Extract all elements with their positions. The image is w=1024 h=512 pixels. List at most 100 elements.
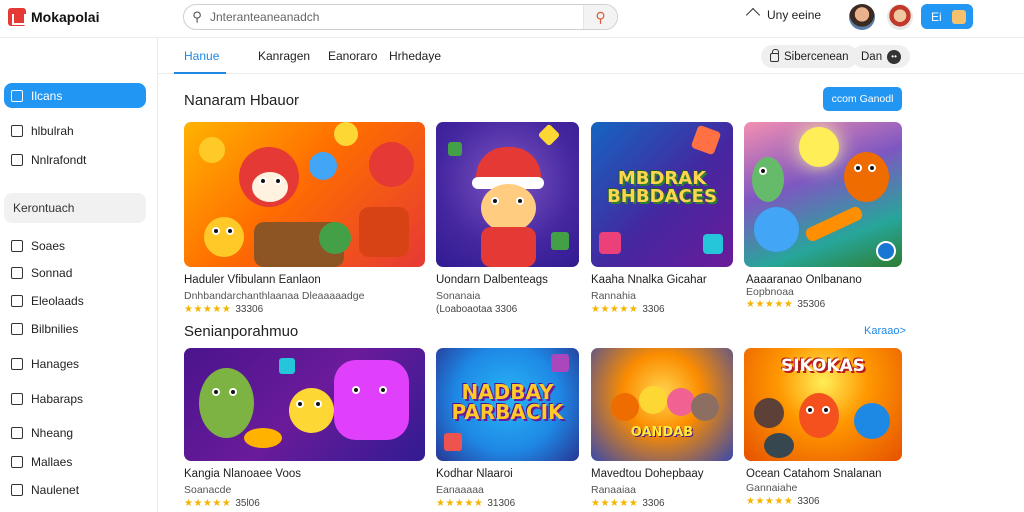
game-rating: ★★★★★ 3306	[591, 304, 665, 315]
game-card[interactable]: NADBAY PARBACIK	[436, 348, 579, 461]
tab-featured[interactable]: Eanoraro	[328, 49, 377, 63]
tag-icon	[11, 426, 23, 439]
see-more-link[interactable]: Karaao>	[864, 325, 906, 337]
game-thumbnail[interactable]	[184, 122, 425, 267]
sidebar-item-label: Nheang	[31, 425, 74, 440]
game-rating: ★★★★★ 3306	[746, 496, 820, 507]
game-art-title: MBDRAK BHBDACES	[607, 168, 717, 207]
rating-text: 31306	[487, 498, 516, 509]
sidebar-item-library[interactable]: hlbulrah	[4, 118, 146, 143]
game-title[interactable]: Aaaaranao Onlbanano	[746, 274, 862, 286]
game-thumbnail[interactable]: NADBAY PARBACIK	[436, 348, 579, 461]
avatar-secondary[interactable]	[887, 4, 913, 30]
app-logo[interactable]: Mokapolai	[8, 8, 99, 26]
tab-home[interactable]: Hanue	[184, 49, 219, 63]
game-subtitle: Dnhbandarchanthlaanaa Dleaaaaadge	[184, 290, 365, 302]
sidebar-item-label: Sonnad	[31, 265, 73, 280]
tab-new[interactable]: Hrhedaye	[389, 49, 441, 63]
box-icon	[11, 483, 23, 496]
game-card[interactable]	[744, 122, 902, 267]
sidebar-item-category[interactable]: Soaes	[4, 233, 146, 258]
list-icon	[11, 239, 23, 252]
game-card[interactable]	[184, 122, 425, 267]
star-rating-icon: ★★★★★	[746, 496, 794, 507]
game-thumbnail[interactable]: OANDAB	[591, 348, 733, 461]
star-rating-icon: ★★★★★	[436, 498, 484, 509]
upload-icon	[745, 7, 761, 23]
sidebar-item-category[interactable]: Mallaes	[4, 449, 146, 474]
game-subtitle: Ranaaiaa	[591, 484, 636, 496]
more-chip-label: Dan	[861, 50, 883, 63]
game-thumbnail[interactable]: SIKOKAS	[744, 348, 902, 461]
rating-text: 3306	[642, 304, 665, 315]
game-rating: ★★★★★ 35l06	[184, 498, 260, 509]
top-bar: Mokapolai ⚲ Jnteranteaneanadch ⚲ Uny eei…	[0, 0, 1024, 38]
game-thumbnail[interactable]: MBDRAK BHBDACES	[591, 122, 733, 267]
square-icon	[11, 322, 23, 335]
avatar[interactable]	[849, 4, 875, 30]
sidebar-item-category[interactable]: Naulenet	[4, 477, 146, 502]
sidebar-item-category[interactable]: Sonnad	[4, 260, 146, 285]
game-title[interactable]: Uondarn Dalbenteags	[436, 274, 548, 286]
sidebar-item-label: Ilcans	[31, 88, 63, 103]
game-title[interactable]: Ocean Catahom Snalanan	[746, 468, 882, 480]
sidebar-item-category[interactable]: Eleolaads	[4, 288, 146, 313]
sidebar-item-label: Naulenet	[31, 482, 80, 497]
sidebar-item-wishlist[interactable]: Nnlrafondt	[4, 147, 146, 172]
home-icon	[11, 89, 23, 102]
search-input[interactable]: Jnteranteaneanadch	[210, 10, 583, 24]
rating-text: 3306	[797, 496, 820, 507]
sidebar: Ilcans hlbulrah Nnlrafondt Kerontuach So…	[0, 38, 158, 512]
game-card[interactable]: OANDAB	[591, 348, 733, 461]
account-label: Ei	[931, 9, 942, 24]
sidebar-item-category[interactable]: Habaraps	[4, 386, 146, 411]
star-rating-icon: ★★★★★	[184, 304, 232, 315]
game-art-title: OANDAB	[630, 425, 694, 440]
game-thumbnail[interactable]	[184, 348, 425, 461]
game-title[interactable]: Kodhar Nlaaroi	[436, 468, 513, 480]
game-card[interactable]	[436, 122, 579, 267]
star-rating-icon: ★★★★★	[746, 299, 794, 310]
search-bar[interactable]: ⚲ Jnteranteaneanadch ⚲	[183, 4, 618, 30]
game-title[interactable]: Kangia Nlanoaee Voos	[184, 468, 301, 480]
account-thumbnail-icon	[951, 9, 966, 24]
sidebar-item-category[interactable]: Hanages	[4, 351, 146, 376]
search-icon: ⚲	[192, 9, 202, 24]
game-title[interactable]: Haduler Vfibulann Eanlaon	[184, 274, 321, 286]
check-icon	[11, 124, 23, 137]
grid-icon	[11, 392, 23, 405]
sidebar-item-home[interactable]: Ilcans	[4, 83, 146, 108]
game-card[interactable]: SIKOKAS	[744, 348, 902, 461]
rating-text: (Loaboaotaa 3306	[436, 304, 518, 315]
game-art-title: NADBAY PARBACIK	[451, 380, 564, 424]
tab-categories[interactable]: Kanragen	[258, 49, 310, 63]
game-rating: ★★★★★ 35306	[746, 299, 825, 310]
play-icon[interactable]	[876, 241, 896, 261]
sidebar-item-label: Hanages	[31, 356, 80, 371]
upload-link[interactable]: Uny eeine	[745, 7, 821, 23]
sidebar-item-label: Eleolaads	[31, 293, 84, 308]
game-title[interactable]: Kaaha Nnalka Gicahar	[591, 274, 707, 286]
game-rating: ★★★★★ 3306	[591, 498, 665, 509]
sidebar-section-header[interactable]: Kerontuach	[4, 193, 146, 223]
sidebar-item-category[interactable]: Nheang	[4, 420, 146, 445]
sort-chip[interactable]: Sibercenean	[761, 45, 858, 68]
section-action-button[interactable]: ccom Ganodl	[823, 87, 902, 111]
rating-text: 33306	[235, 304, 264, 315]
document-icon	[11, 294, 23, 307]
game-rating: (Loaboaotaa 3306	[436, 304, 517, 315]
game-subtitle: Gannaiahe	[746, 482, 798, 494]
game-title[interactable]: Mavedtou Dohepbaay	[591, 468, 704, 480]
sidebar-item-category[interactable]: Bilbnilies	[4, 316, 146, 341]
more-chip[interactable]: Dan ••	[852, 45, 911, 68]
account-button[interactable]: Ei	[921, 4, 973, 29]
search-button[interactable]: ⚲	[583, 5, 617, 29]
game-subtitle: Soanacde	[184, 484, 232, 496]
game-thumbnail[interactable]	[744, 122, 902, 267]
game-thumbnail[interactable]	[436, 122, 579, 267]
app-name: Mokapolai	[31, 9, 100, 25]
sidebar-item-label: Soaes	[31, 238, 66, 253]
game-art-title: SIKOKAS	[780, 356, 865, 376]
game-card[interactable]	[184, 348, 425, 461]
game-card[interactable]: MBDRAK BHBDACES	[591, 122, 733, 267]
